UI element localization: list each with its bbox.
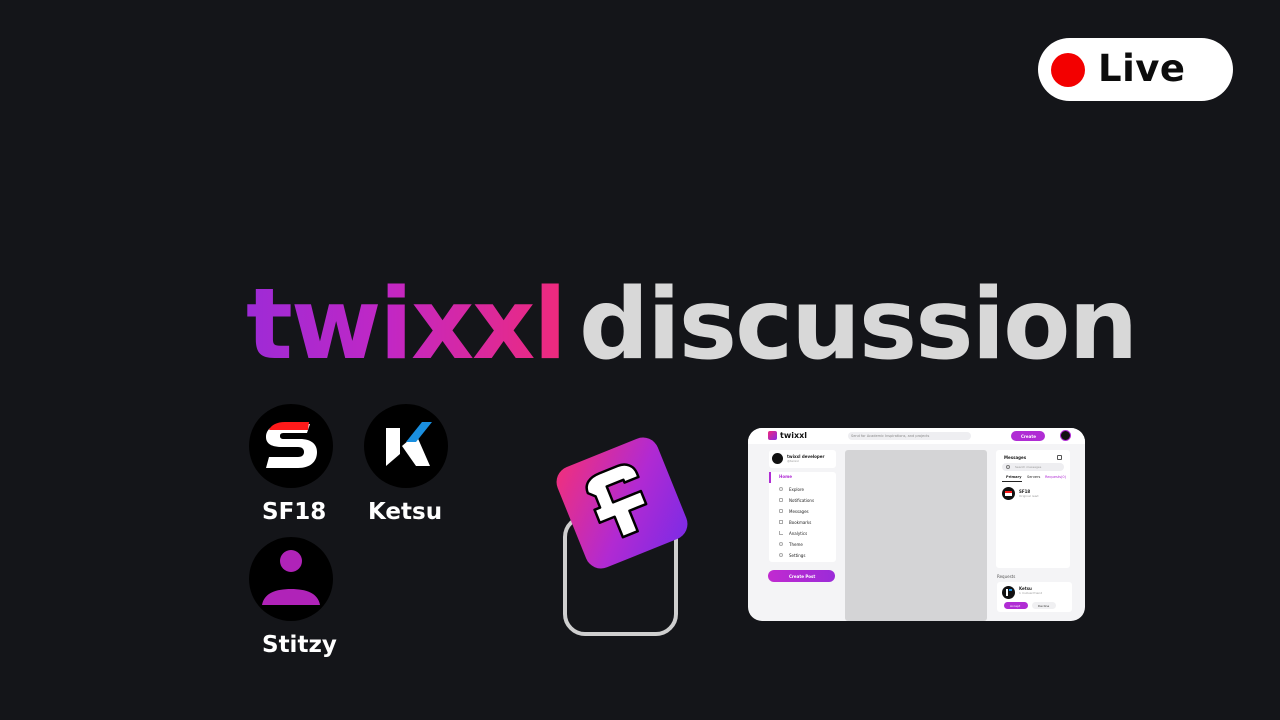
app-decline-label: Decline [1038, 603, 1050, 608]
explore-icon [779, 487, 783, 491]
app-messages-title: Messages [1004, 455, 1027, 460]
ketsu-logo-icon [386, 422, 432, 466]
app-user-avatar[interactable] [1060, 430, 1071, 441]
member-name-stitzy: Stitzy [262, 632, 337, 658]
app-screenshot: twixxl Send for Academic Inspirations, a… [748, 428, 1085, 621]
bell-icon [779, 498, 783, 502]
app-tab-servers[interactable]: Servers [1027, 475, 1040, 480]
member-name-ketsu: Ketsu [368, 499, 443, 525]
title-brand: twixxl [246, 268, 567, 382]
bookmark-icon [779, 520, 783, 524]
live-dot-icon [1051, 53, 1085, 87]
app-nav-theme[interactable]: Theme [789, 542, 803, 547]
app-create-post-label: Create Post [789, 574, 816, 579]
app-nav-home[interactable]: Home [779, 474, 792, 479]
theme-icon [779, 542, 783, 546]
sf18-logo-icon [266, 422, 317, 468]
live-badge: Live [1038, 38, 1233, 101]
stitzy-avatar [249, 537, 333, 621]
ketsu-request-avatar [1002, 586, 1015, 599]
app-logo-text: twixxl [780, 431, 808, 440]
member-name-sf18: SF18 [262, 499, 327, 525]
app-profile-avatar [772, 453, 783, 464]
app-feed-placeholder [845, 450, 987, 621]
app-tab-underline [1002, 481, 1022, 482]
app-profile-handle: @twixxl [787, 459, 799, 463]
page-title: twixxl discussion [246, 268, 1138, 382]
app-tab-requests[interactable]: Requests(0) [1045, 475, 1066, 480]
live-label: Live [1098, 47, 1186, 90]
app-nav-card [769, 472, 836, 562]
app-nav-bookmarks[interactable]: Bookmarks [789, 520, 811, 525]
app-nav-settings[interactable]: Settings [789, 553, 805, 558]
app-nav-active-indicator [769, 472, 771, 483]
sf18-avatar [249, 404, 333, 488]
search-icon [1006, 465, 1010, 469]
app-nav-analytics[interactable]: Analytics [789, 531, 807, 536]
app-request-subtitle: 1 mutual friend [1019, 591, 1043, 595]
app-nav-notifications[interactable]: Notifications [789, 498, 814, 503]
message-icon [779, 509, 783, 513]
app-nav-messages[interactable]: Messages [789, 509, 809, 514]
twixxl-logo-icon [556, 437, 688, 636]
app-tab-primary[interactable]: Primary [1006, 475, 1022, 480]
app-create-label: Create [1021, 433, 1036, 439]
app-logo-icon [768, 431, 777, 440]
sf18-conversation-avatar[interactable] [1002, 487, 1015, 500]
app-conversation-preview: Original read [1019, 494, 1039, 498]
app-nav-explore[interactable]: Explore [789, 487, 804, 492]
analytics-icon [779, 531, 783, 535]
gear-icon [779, 553, 783, 557]
app-requests-title: Requests [997, 574, 1016, 579]
compose-icon[interactable] [1057, 455, 1062, 460]
app-search-placeholder: Send for Academic Inspirations, and proj… [851, 433, 930, 438]
ketsu-avatar [364, 404, 448, 488]
app-accept-label: Accept [1010, 603, 1021, 608]
app-messages-search-placeholder: Search messages [1015, 465, 1042, 469]
title-rest: discussion [579, 268, 1138, 382]
user-silhouette-icon [262, 550, 320, 605]
